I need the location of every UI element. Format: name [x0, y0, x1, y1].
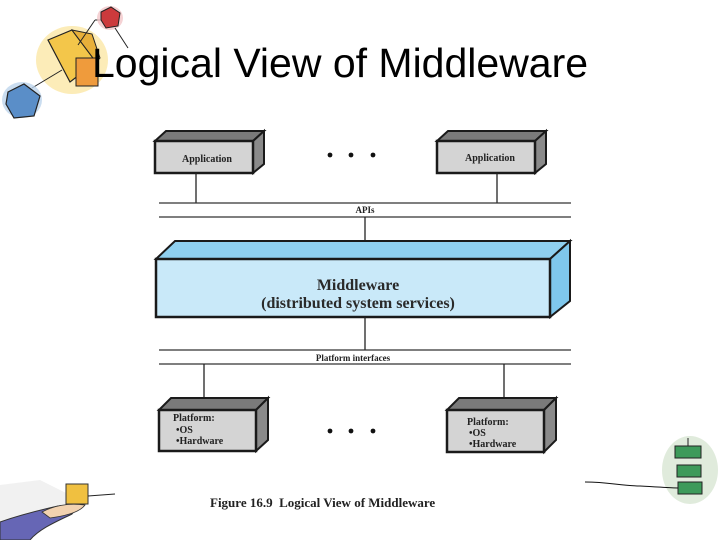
- platform-box-2: Platform: •OS •Hardware: [444, 395, 559, 455]
- platform-ellipsis: [327, 428, 376, 434]
- platform1-item-os: •OS: [176, 425, 193, 436]
- middleware-title: Middleware: [317, 277, 399, 294]
- platform2-item-os: •OS: [469, 428, 486, 439]
- middleware-subtitle: (distributed system services): [261, 295, 455, 312]
- slide-title: Logical View of Middleware: [92, 40, 589, 86]
- platform1-title: Platform:: [173, 413, 215, 424]
- hand-clipart-icon: [0, 480, 116, 540]
- application-box-2: Application: [434, 128, 549, 176]
- api-label: APIs: [355, 205, 374, 215]
- application-box-1: Application: [152, 128, 267, 176]
- figure-caption: Figure 16.9 Logical View of Middleware: [210, 495, 435, 510]
- stack-clipart-icon: [584, 436, 718, 504]
- platform-box-1: Platform: •OS •Hardware: [156, 395, 271, 454]
- application-ellipsis: [327, 152, 376, 158]
- application-label-2: Application: [465, 153, 515, 164]
- platform1-item-hardware: •Hardware: [176, 436, 224, 447]
- platform2-item-hardware: •Hardware: [469, 439, 517, 450]
- middleware-box: Middleware (distributed system services): [153, 238, 573, 320]
- application-label-1: Application: [182, 154, 232, 165]
- platform-interfaces-label: Platform interfaces: [316, 353, 391, 363]
- platform2-title: Platform:: [467, 417, 509, 428]
